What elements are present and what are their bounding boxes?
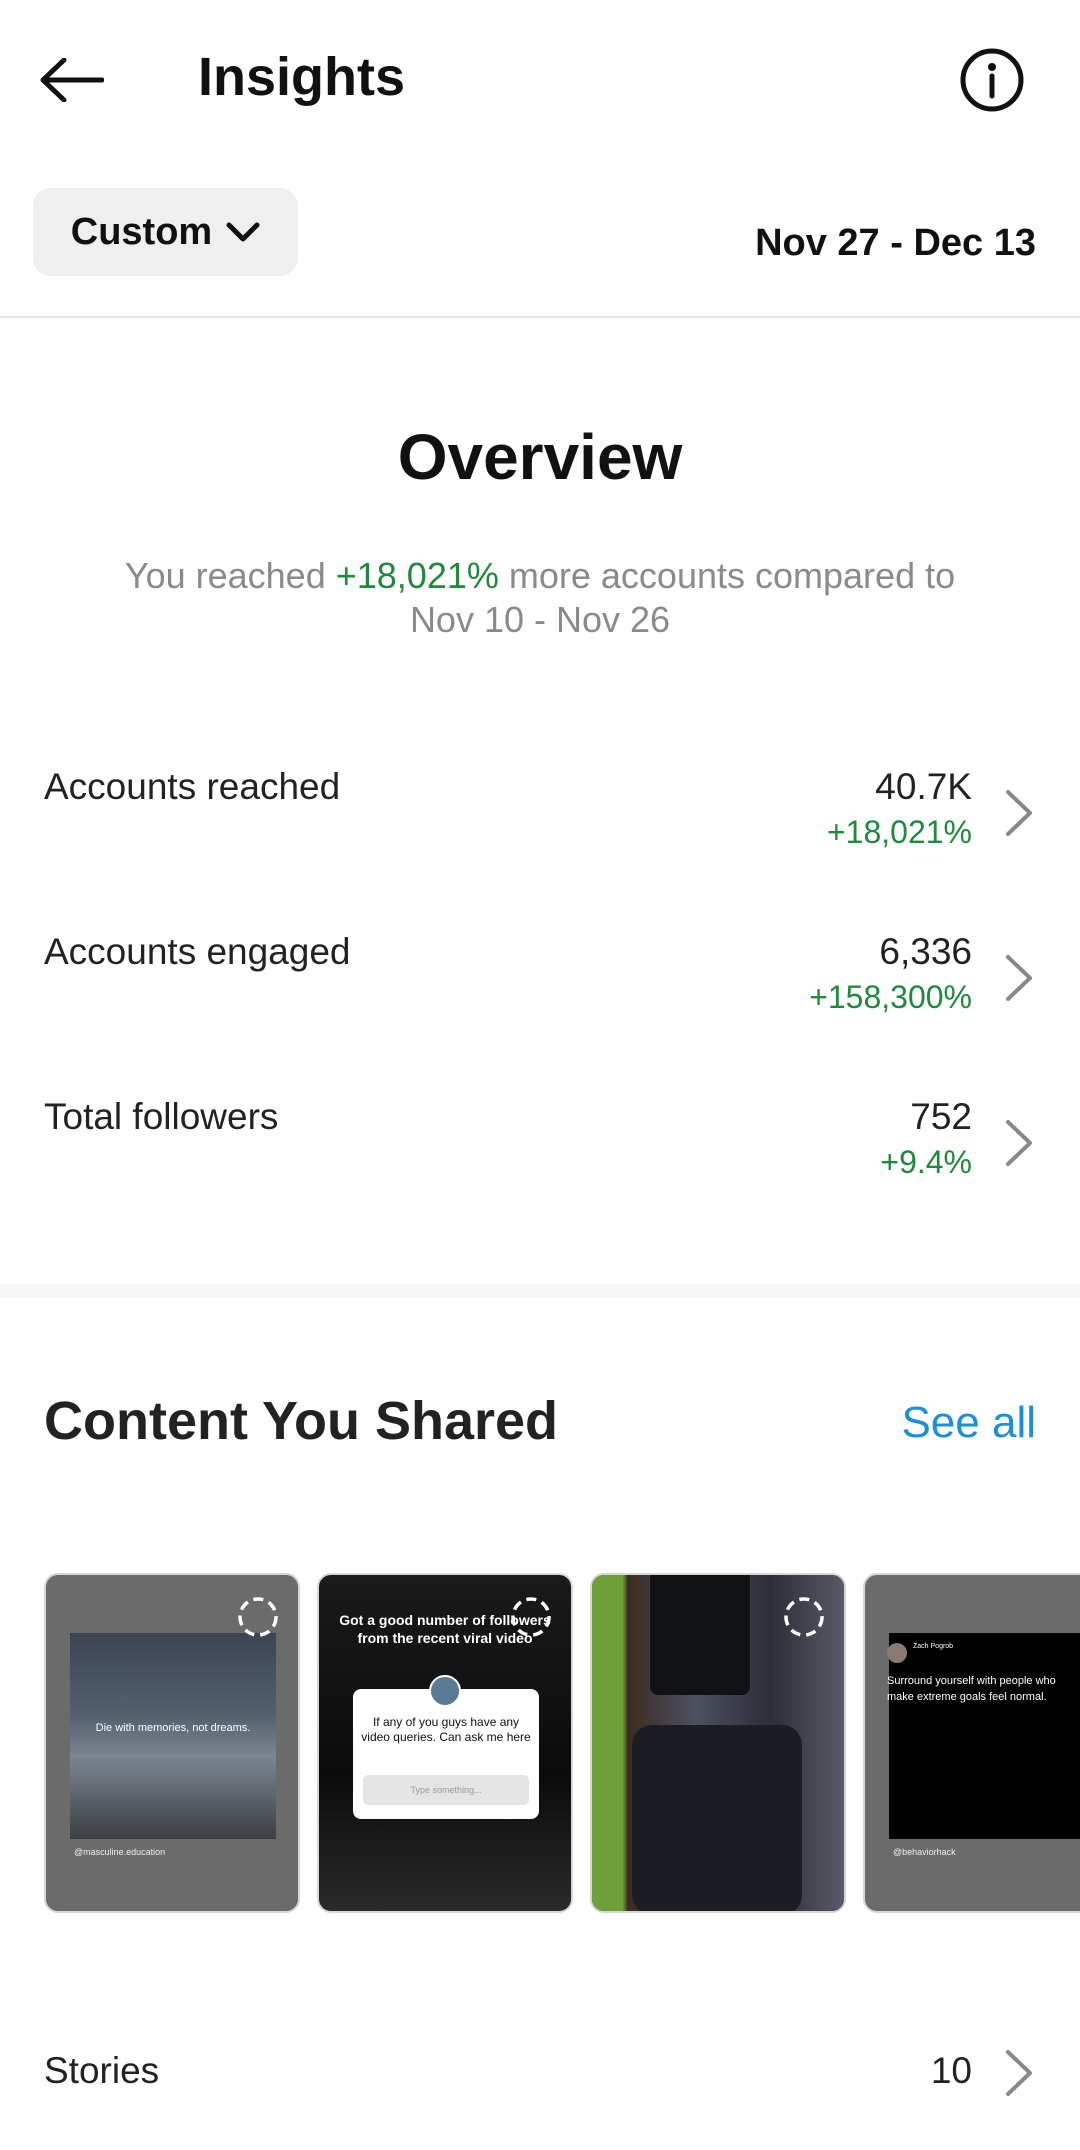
summary-change: +18,021% xyxy=(335,555,499,596)
question-sticker: If any of you guys have any video querie… xyxy=(353,1689,539,1819)
date-filter-row: Custom Nov 27 - Dec 13 xyxy=(0,188,1080,318)
see-all-link[interactable]: See all xyxy=(901,1398,1036,1448)
content-thumbnails: Die with memories, not dreams. @masculin… xyxy=(44,1573,1080,1913)
chevron-right-icon xyxy=(1006,790,1032,836)
avatar xyxy=(429,1675,461,1707)
summary-prefix: You reached xyxy=(124,555,336,596)
content-section-title: Content You Shared xyxy=(44,1391,559,1451)
thumbnail-handle: @masculine.education xyxy=(74,1847,166,1857)
metric-accounts-engaged[interactable]: Accounts engaged 6,336 +158,300% xyxy=(0,917,1080,1047)
metric-total-followers[interactable]: Total followers 752 +9.4% xyxy=(0,1082,1080,1212)
thumbnail-image: Die with memories, not dreams. xyxy=(70,1633,276,1839)
tweet-text: Surround yourself with people who make e… xyxy=(887,1675,1056,1703)
metric-value: 752 xyxy=(910,1096,972,1137)
custom-range-dropdown[interactable]: Custom xyxy=(33,188,298,276)
stories-count: 10 xyxy=(930,2050,972,2091)
metric-value: 40.7K xyxy=(875,766,972,807)
chevron-right-icon xyxy=(1006,955,1032,1001)
metric-change: +18,021% xyxy=(826,814,972,850)
stories-label: Stories xyxy=(44,2050,160,2091)
metric-label: Accounts reached xyxy=(44,766,341,807)
chevron-right-icon xyxy=(1006,1120,1032,1166)
metric-change: +9.4% xyxy=(880,1144,972,1180)
page-title: Insights xyxy=(198,47,406,107)
info-circle-icon xyxy=(960,48,1024,112)
section-separator xyxy=(0,1284,1080,1298)
content-thumbnail[interactable]: Got a good number of followers from the … xyxy=(317,1573,573,1913)
loading-ring-icon xyxy=(238,1597,278,1637)
overview-summary: You reached +18,021% more accounts compa… xyxy=(80,554,1000,642)
app-header: Insights xyxy=(0,0,1080,160)
camera-screen xyxy=(650,1575,750,1695)
loading-ring-icon xyxy=(784,1597,824,1637)
chevron-right-icon xyxy=(1006,2050,1032,2096)
metric-accounts-reached[interactable]: Accounts reached 40.7K +18,021% xyxy=(0,752,1080,882)
date-range: Nov 27 - Dec 13 xyxy=(755,222,1036,264)
stories-row[interactable]: Stories 10 xyxy=(0,2040,1080,2120)
info-button[interactable] xyxy=(958,46,1026,114)
content-thumbnail[interactable]: Zach Pogrob Surround yourself with peopl… xyxy=(863,1573,1080,1913)
arrow-left-icon xyxy=(40,58,104,102)
metric-label: Total followers xyxy=(44,1096,279,1137)
custom-range-label: Custom xyxy=(70,210,213,253)
content-thumbnail[interactable]: Die with memories, not dreams. @masculin… xyxy=(44,1573,300,1913)
metric-value: 6,336 xyxy=(879,931,972,972)
loading-ring-icon xyxy=(511,1597,551,1637)
summary-suffix: more accounts compared to xyxy=(498,555,956,596)
content-thumbnail[interactable] xyxy=(590,1573,846,1913)
summary-period: Nov 10 - Nov 26 xyxy=(409,599,671,640)
question-field: Type something... xyxy=(363,1775,529,1805)
metric-label: Accounts engaged xyxy=(44,931,351,972)
question-text: If any of you guys have any video querie… xyxy=(361,1715,531,1744)
metric-change: +158,300% xyxy=(809,979,972,1015)
chevron-down-icon xyxy=(226,222,260,242)
thumbnail-text: Die with memories, not dreams. xyxy=(95,1722,251,1734)
header-divider xyxy=(0,316,1080,318)
overview-title: Overview xyxy=(397,421,683,493)
back-button[interactable] xyxy=(40,50,112,110)
thumbnail-handle: @behaviorhack xyxy=(893,1847,956,1857)
tweet-author: Zach Pogrob xyxy=(913,1643,954,1650)
thumbnail-image xyxy=(889,1633,1080,1839)
avatar xyxy=(887,1643,907,1663)
camera-body xyxy=(632,1725,802,1911)
